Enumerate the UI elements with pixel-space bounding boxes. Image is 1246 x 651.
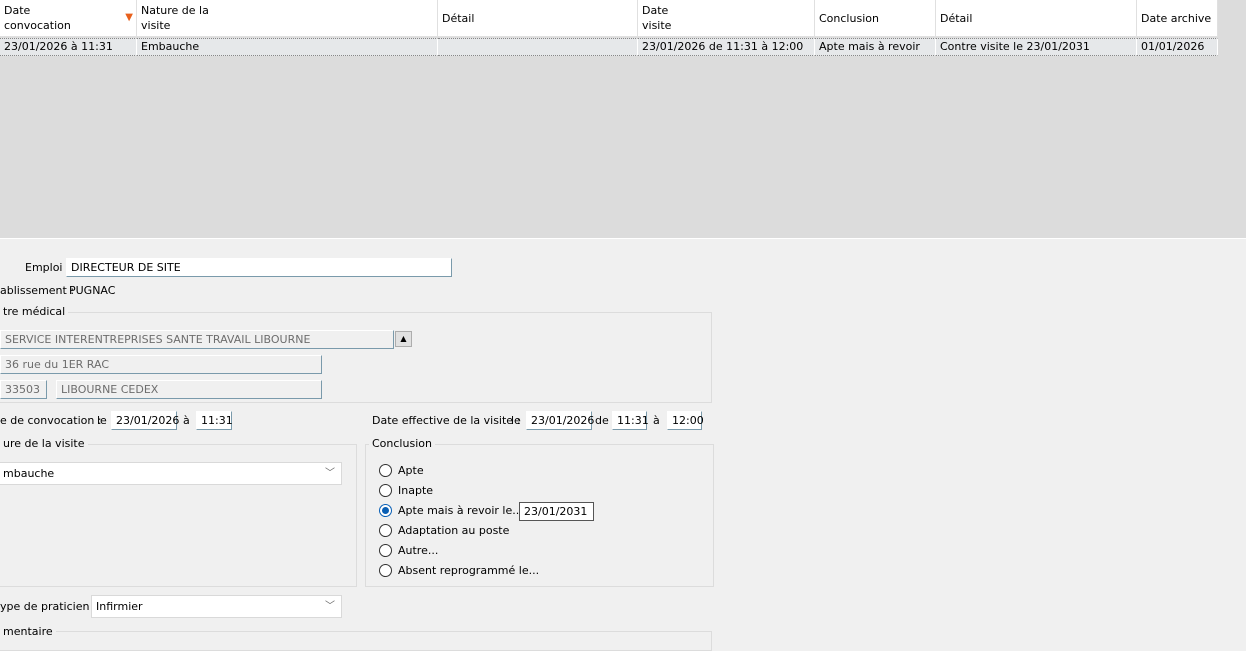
effective-from-input[interactable]: 11:31 bbox=[612, 411, 649, 430]
radio-label: Apte bbox=[398, 464, 424, 477]
col-header-nature[interactable]: Nature de la visite bbox=[137, 0, 438, 37]
radio-label: Autre... bbox=[398, 544, 439, 557]
centre-medical-title: tre médical bbox=[0, 305, 69, 319]
header-label: Détail bbox=[442, 11, 475, 25]
radio-icon bbox=[379, 544, 392, 557]
nature-title: ure de la visite bbox=[0, 437, 88, 451]
cell: 23/01/2026 à 11:31 bbox=[0, 38, 137, 56]
cell: Contre visite le 23/01/2031 bbox=[936, 38, 1137, 56]
radio-autre[interactable]: Autre... bbox=[379, 544, 438, 557]
cell bbox=[438, 38, 638, 56]
cell: 01/01/2026 bbox=[1137, 38, 1218, 56]
conclusion-title: Conclusion bbox=[369, 437, 435, 451]
radio-icon bbox=[379, 484, 392, 497]
convocation-date-input[interactable]: 23/01/2026 bbox=[111, 411, 179, 430]
radio-absent[interactable]: Absent reprogrammé le... bbox=[379, 564, 539, 577]
commentaire-title: mentaire bbox=[0, 625, 56, 639]
header-label: Date convocation bbox=[4, 4, 71, 32]
sort-desc-icon: ▼ bbox=[125, 12, 133, 23]
visits-table: Date convocation ▼ Nature de la visite Dé… bbox=[0, 0, 1246, 239]
convocation-time-input[interactable]: 11:31 bbox=[196, 411, 233, 430]
nature-value: mbauche bbox=[3, 467, 55, 480]
le-label: le bbox=[97, 414, 107, 427]
arrow-up-icon: ▲ bbox=[400, 334, 407, 343]
radio-icon bbox=[379, 564, 392, 577]
centre-cp-field[interactable]: 33503 bbox=[0, 380, 47, 399]
a-label: à bbox=[183, 414, 190, 427]
radio-inapte[interactable]: Inapte bbox=[379, 484, 433, 497]
commentaire-group bbox=[0, 631, 712, 651]
radio-label: Adaptation au poste bbox=[398, 524, 510, 537]
header-label: Détail bbox=[940, 11, 973, 25]
header-label: Conclusion bbox=[819, 11, 879, 25]
revoir-date-input[interactable]: 23/01/2031 bbox=[519, 502, 594, 521]
radio-selected-icon bbox=[379, 504, 392, 517]
etablissement-value: PUGNAC bbox=[69, 284, 116, 297]
effective-to-input[interactable]: 12:00 bbox=[667, 411, 704, 430]
de-label: de bbox=[595, 414, 609, 427]
le-label: le bbox=[511, 414, 521, 427]
emploi-label: Emploi : bbox=[25, 261, 70, 274]
centre-address-field[interactable]: 36 rue du 1ER RAC bbox=[0, 355, 322, 374]
col-header-date-visite[interactable]: Date visite bbox=[638, 0, 815, 37]
col-header-detail-2[interactable]: Détail bbox=[936, 0, 1137, 37]
radio-icon bbox=[379, 464, 392, 477]
chevron-down-icon: ﹀ bbox=[325, 468, 335, 479]
cell: 23/01/2026 de 11:31 à 12:00 bbox=[638, 38, 815, 56]
header-label: Date visite bbox=[642, 4, 672, 32]
header-label: Date archive bbox=[1141, 11, 1212, 25]
effective-date-input[interactable]: 23/01/2026 bbox=[526, 411, 594, 430]
radio-label: Absent reprogrammé le... bbox=[398, 564, 540, 577]
cell: Apte mais à revoir bbox=[815, 38, 936, 56]
centre-name-field[interactable]: SERVICE INTERENTREPRISES SANTE TRAVAIL L… bbox=[0, 330, 394, 349]
col-header-date-archive[interactable]: Date archive bbox=[1137, 0, 1218, 37]
radio-adaptation[interactable]: Adaptation au poste bbox=[379, 524, 509, 537]
praticien-select[interactable]: Infirmier ﹀ bbox=[91, 595, 342, 618]
centre-city-field[interactable]: LIBOURNE CEDEX bbox=[56, 380, 322, 399]
radio-label: Apte mais à revoir le... bbox=[398, 504, 523, 517]
praticien-value: Infirmier bbox=[96, 600, 143, 613]
emploi-input[interactable]: DIRECTEUR DE SITE bbox=[66, 258, 452, 277]
effective-label: Date effective de la visite : bbox=[372, 414, 521, 427]
chevron-down-icon: ﹀ bbox=[325, 601, 335, 612]
a-label: à bbox=[653, 414, 660, 427]
col-header-detail[interactable]: Détail bbox=[438, 0, 638, 37]
col-header-conclusion[interactable]: Conclusion bbox=[815, 0, 936, 37]
radio-apte[interactable]: Apte bbox=[379, 464, 424, 477]
convocation-label: e de convocation : bbox=[0, 414, 102, 427]
etablissement-label: ablissement : bbox=[0, 284, 75, 297]
praticien-label: ype de praticien : bbox=[0, 600, 97, 613]
radio-label: Inapte bbox=[398, 484, 434, 497]
col-header-date-convocation[interactable]: Date convocation ▼ bbox=[0, 0, 137, 37]
radio-icon bbox=[379, 524, 392, 537]
centre-lookup-button[interactable]: ▲ bbox=[395, 331, 412, 347]
radio-apte-revoir[interactable]: Apte mais à revoir le... bbox=[379, 504, 523, 517]
cell: Embauche bbox=[137, 38, 438, 56]
header-label: Nature de la visite bbox=[141, 4, 209, 32]
nature-select[interactable]: mbauche ﹀ bbox=[0, 462, 342, 485]
